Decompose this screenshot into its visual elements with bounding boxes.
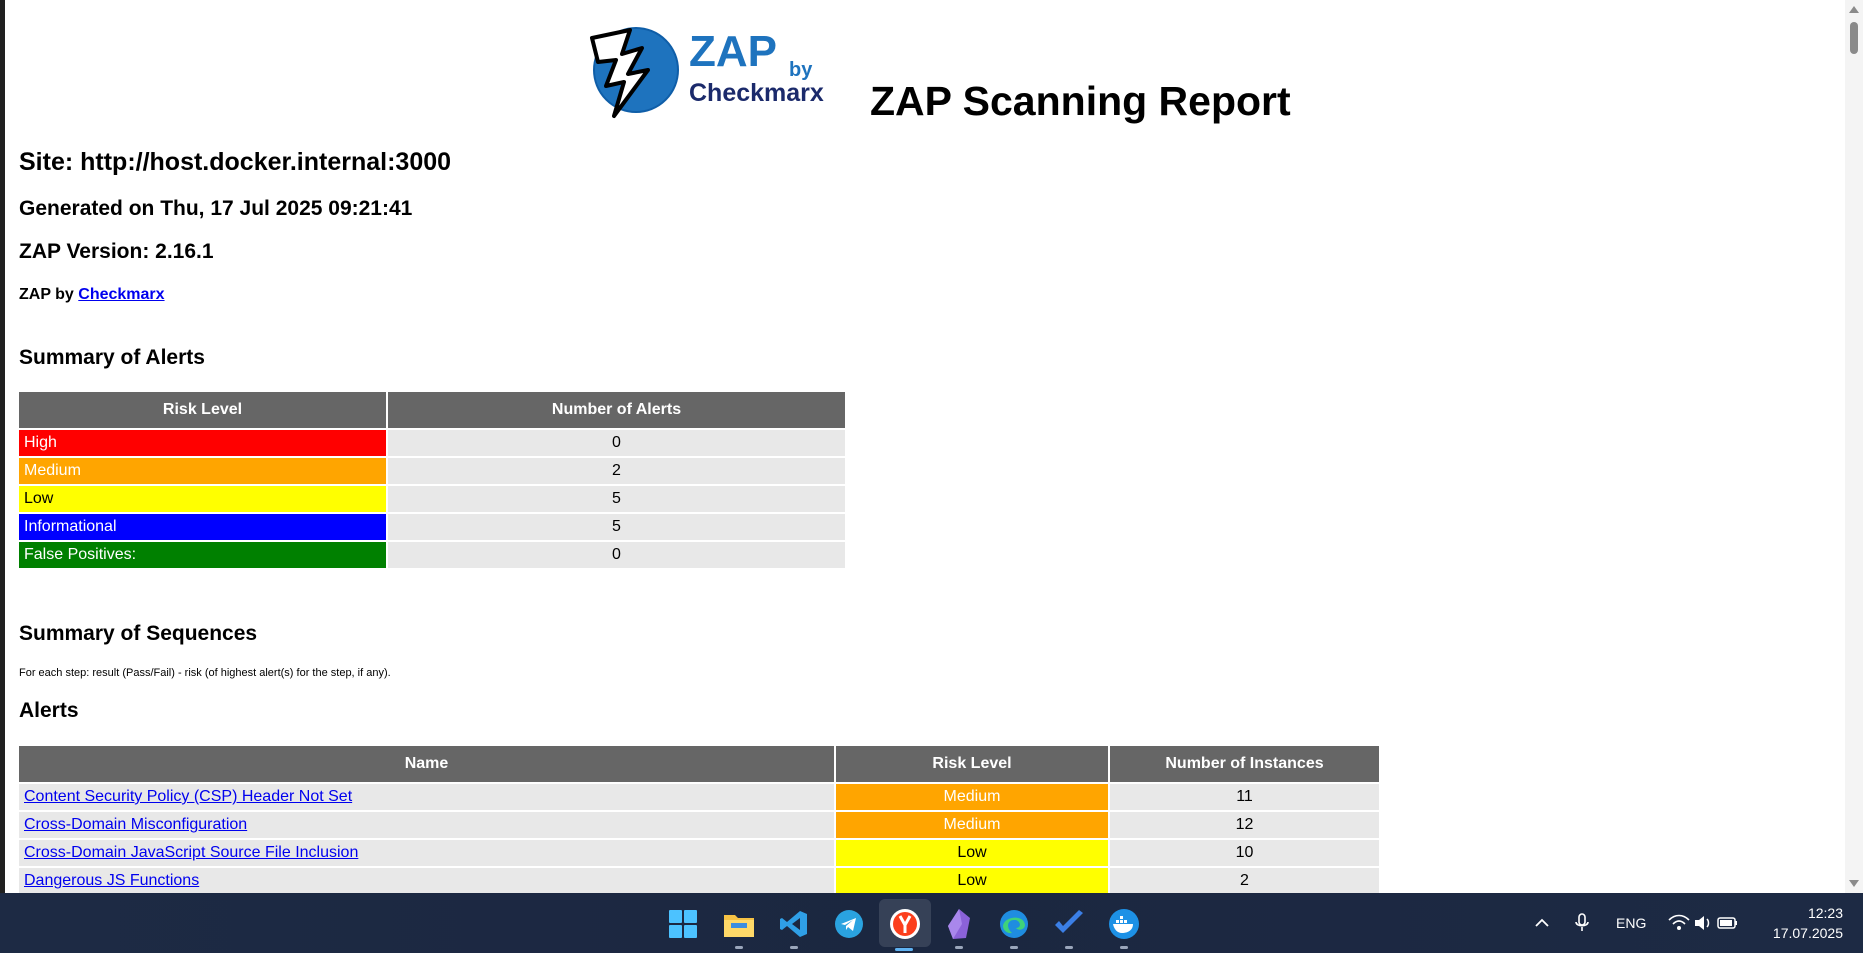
svg-text:ZAP: ZAP bbox=[689, 27, 777, 76]
alerts-heading: Alerts bbox=[19, 699, 79, 722]
table-row: Cross-Domain JavaScript Source File Incl… bbox=[19, 840, 1379, 866]
system-clock[interactable]: 12:23 17.07.2025 bbox=[1773, 903, 1843, 943]
alert-link[interactable]: Content Security Policy (CSP) Header Not… bbox=[24, 788, 352, 805]
col-number-of-alerts: Number of Alerts bbox=[388, 392, 845, 428]
running-indicator bbox=[1010, 946, 1018, 949]
alert-risk-cell: Medium bbox=[836, 784, 1108, 810]
running-indicator bbox=[790, 946, 798, 949]
table-row: Informational 5 bbox=[19, 514, 845, 540]
byline: ZAP by Checkmarx bbox=[19, 286, 165, 304]
file-explorer-icon[interactable] bbox=[722, 907, 756, 949]
risk-label-false-positives: False Positives: bbox=[19, 542, 386, 568]
running-indicator bbox=[1065, 946, 1073, 949]
wifi-icon bbox=[1668, 914, 1690, 930]
alert-name-cell: Cross-Domain JavaScript Source File Incl… bbox=[19, 840, 834, 866]
summary-sequences-heading: Summary of Sequences bbox=[19, 622, 258, 645]
summary-alerts-table: Risk Level Number of Alerts High 0 Mediu… bbox=[17, 390, 847, 570]
language-indicator[interactable]: ENG bbox=[1616, 893, 1646, 953]
col-risk-level: Risk Level bbox=[836, 746, 1108, 782]
running-indicator bbox=[735, 946, 743, 949]
table-row: False Positives: 0 bbox=[19, 542, 845, 568]
alert-link[interactable]: Dangerous JS Functions bbox=[24, 872, 199, 889]
alert-risk-cell: Low bbox=[836, 840, 1108, 866]
checkmarx-link[interactable]: Checkmarx bbox=[78, 286, 164, 303]
table-row: Medium 2 bbox=[19, 458, 845, 484]
scroll-down-arrow-icon[interactable] bbox=[1849, 880, 1859, 887]
svg-text:Checkmarx: Checkmarx bbox=[689, 79, 824, 107]
col-risk-level: Risk Level bbox=[19, 392, 386, 428]
alert-name-cell: Cross-Domain Misconfiguration bbox=[19, 812, 834, 838]
alert-risk-cell: Medium bbox=[836, 812, 1108, 838]
risk-label-medium: Medium bbox=[19, 458, 386, 484]
vscode-icon[interactable] bbox=[777, 907, 811, 949]
obsidian-icon[interactable] bbox=[942, 907, 976, 949]
telegram-icon[interactable] bbox=[832, 907, 866, 941]
alert-name-cell: Content Security Policy (CSP) Header Not… bbox=[19, 784, 834, 810]
alert-link[interactable]: Cross-Domain JavaScript Source File Incl… bbox=[24, 844, 358, 861]
volume-icon bbox=[1695, 916, 1710, 930]
scroll-up-arrow-icon[interactable] bbox=[1849, 6, 1859, 13]
risk-label-low: Low bbox=[19, 486, 386, 512]
alert-count: 5 bbox=[388, 514, 845, 540]
edge-icon[interactable] bbox=[997, 907, 1031, 949]
clock-time: 12:23 bbox=[1807, 905, 1843, 921]
table-row: Cross-Domain Misconfiguration Medium 12 bbox=[19, 812, 1379, 838]
alert-instances-cell: 11 bbox=[1110, 784, 1379, 810]
col-number-of-instances: Number of Instances bbox=[1110, 746, 1379, 782]
summary-alerts-heading: Summary of Alerts bbox=[19, 346, 205, 369]
col-name: Name bbox=[19, 746, 834, 782]
running-indicator bbox=[1120, 946, 1128, 949]
chevron-up-icon bbox=[1535, 918, 1549, 927]
report-title: ZAP Scanning Report bbox=[870, 78, 1291, 124]
alert-instances-cell: 2 bbox=[1110, 868, 1379, 893]
table-row: Content Security Policy (CSP) Header Not… bbox=[19, 784, 1379, 810]
alert-link[interactable]: Cross-Domain Misconfiguration bbox=[24, 816, 247, 833]
alert-count: 0 bbox=[388, 430, 845, 456]
zap-logo: ZAP by Checkmarx bbox=[584, 24, 854, 120]
yandex-browser-icon[interactable] bbox=[888, 907, 922, 941]
vertical-scrollbar[interactable] bbox=[1845, 0, 1863, 893]
table-row: High 0 bbox=[19, 430, 845, 456]
todo-icon[interactable] bbox=[1052, 907, 1086, 949]
system-status-icons[interactable] bbox=[1668, 893, 1738, 953]
alert-count: 2 bbox=[388, 458, 845, 484]
risk-label-high: High bbox=[19, 430, 386, 456]
battery-icon bbox=[1717, 917, 1737, 929]
site-heading: Site: http://host.docker.internal:3000 bbox=[19, 148, 452, 176]
alert-count: 5 bbox=[388, 486, 845, 512]
windows-start-icon[interactable] bbox=[666, 907, 700, 941]
generated-heading: Generated on Thu, 17 Jul 2025 09:21:41 bbox=[19, 197, 413, 220]
version-heading: ZAP Version: 2.16.1 bbox=[19, 240, 214, 263]
taskbar: ENG 12:23 17.07.2025 bbox=[0, 893, 1863, 953]
svg-text:by: by bbox=[789, 59, 813, 81]
docker-icon[interactable] bbox=[1107, 907, 1141, 949]
scroll-thumb[interactable] bbox=[1850, 22, 1858, 54]
alert-name-cell: Dangerous JS Functions bbox=[19, 868, 834, 893]
table-row: Dangerous JS Functions Low 2 bbox=[19, 868, 1379, 893]
show-hidden-icons[interactable] bbox=[1534, 893, 1550, 953]
sequences-note: For each step: result (Pass/Fail) - risk… bbox=[19, 667, 391, 679]
risk-label-informational: Informational bbox=[19, 514, 386, 540]
byline-prefix: ZAP by bbox=[19, 286, 79, 303]
microphone-icon[interactable] bbox=[1574, 893, 1590, 953]
zap-logo-icon: ZAP by Checkmarx bbox=[590, 27, 824, 118]
running-indicator bbox=[955, 946, 963, 949]
table-row: Low 5 bbox=[19, 486, 845, 512]
alert-instances-cell: 12 bbox=[1110, 812, 1379, 838]
alert-instances-cell: 10 bbox=[1110, 840, 1379, 866]
alert-risk-cell: Low bbox=[836, 868, 1108, 893]
alert-count: 0 bbox=[388, 542, 845, 568]
clock-date: 17.07.2025 bbox=[1772, 925, 1843, 941]
alerts-table: Name Risk Level Number of Instances Cont… bbox=[17, 744, 1381, 893]
report-header: ZAP by Checkmarx ZAP Scanning Report bbox=[584, 24, 1291, 124]
browser-viewport: ZAP by Checkmarx ZAP Scanning Report Sit… bbox=[0, 0, 1845, 893]
active-indicator bbox=[895, 948, 913, 951]
